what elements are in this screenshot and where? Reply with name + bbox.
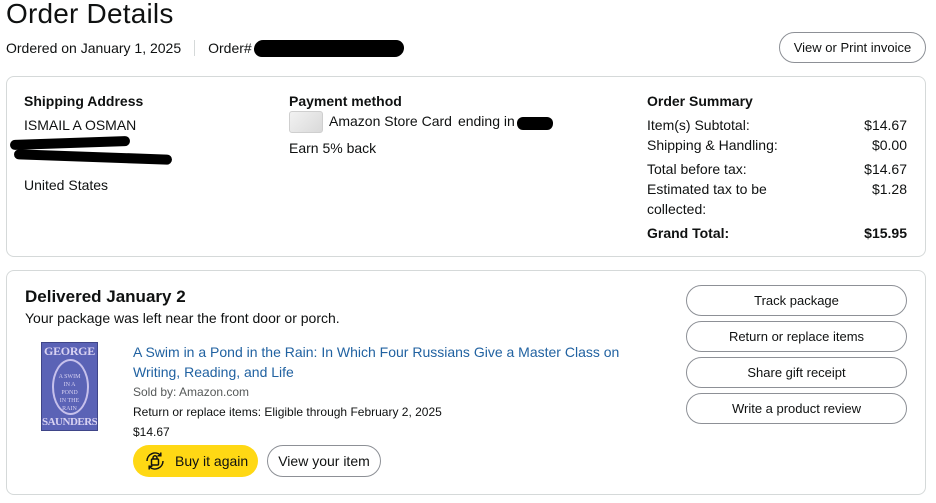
grand-total-label: Grand Total: bbox=[647, 225, 730, 241]
order-number-label: Order# bbox=[208, 39, 252, 56]
summary-label: Shipping & Handling: bbox=[647, 137, 778, 153]
sold-by: Sold by: Amazon.com bbox=[133, 385, 250, 399]
order-summary-title: Order Summary bbox=[647, 93, 753, 109]
summary-row: Estimated tax to be collected: $1.28 bbox=[647, 179, 907, 219]
credit-card-icon bbox=[289, 111, 323, 133]
grand-total-row: Grand Total: $15.95 bbox=[647, 223, 907, 243]
buy-it-again-button[interactable]: Buy it again bbox=[133, 445, 258, 477]
shipping-name: ISMAIL A OSMAN bbox=[24, 117, 137, 133]
page-title: Order Details bbox=[6, 0, 174, 29]
return-replace-button[interactable]: Return or replace items bbox=[686, 321, 907, 352]
summary-label: Total before tax: bbox=[647, 161, 747, 177]
summary-label: Item(s) Subtotal: bbox=[647, 117, 750, 133]
cover-author-first: GEORGE bbox=[44, 344, 95, 358]
summary-row: Total before tax: $14.67 bbox=[647, 159, 907, 179]
cover-author-last: SAUNDERS bbox=[42, 416, 98, 428]
cover-title: A SWIM IN A POND IN THE RAIN bbox=[58, 374, 81, 412]
card-ending: ending in bbox=[457, 113, 515, 129]
item-price: $14.67 bbox=[133, 425, 170, 439]
track-package-button[interactable]: Track package bbox=[686, 285, 907, 316]
summary-label: Estimated tax to be collected: bbox=[647, 181, 767, 217]
card-number-redaction bbox=[516, 116, 553, 130]
summary-value: $14.67 bbox=[864, 161, 907, 177]
shipping-country: United States bbox=[24, 177, 109, 193]
card-name: Amazon Store Card bbox=[329, 113, 452, 129]
view-print-invoice-button[interactable]: View or Print invoice bbox=[779, 32, 926, 63]
order-date: Ordered on January 1, 2025 bbox=[6, 39, 182, 56]
delivery-status: Delivered January 2 bbox=[25, 287, 186, 306]
summary-value: $14.67 bbox=[864, 117, 907, 133]
summary-value: $1.28 bbox=[871, 181, 907, 197]
item-title-link[interactable]: A Swim in a Pond in the Rain: In Which F… bbox=[133, 342, 633, 382]
summary-row: Item(s) Subtotal: $14.67 bbox=[647, 115, 907, 135]
meta-divider bbox=[194, 39, 196, 56]
order-meta: Ordered on January 1, 2025 Order# bbox=[6, 39, 405, 57]
summary-row: Shipping & Handling: $0.00 bbox=[647, 135, 907, 155]
grand-total-value: $15.95 bbox=[864, 225, 907, 241]
payment-reward: Earn 5% back bbox=[289, 140, 377, 156]
payment-card: Amazon Store Card ending in bbox=[329, 111, 553, 131]
share-gift-receipt-button[interactable]: Share gift receipt bbox=[686, 357, 907, 388]
buy-again-icon bbox=[143, 449, 167, 473]
delivery-note: Your package was left near the front doo… bbox=[25, 310, 340, 326]
buy-it-again-label: Buy it again bbox=[175, 453, 249, 469]
payment-method-title: Payment method bbox=[289, 93, 402, 109]
view-your-item-button[interactable]: View your item bbox=[267, 445, 381, 477]
shipping-address-title: Shipping Address bbox=[24, 93, 144, 109]
write-review-button[interactable]: Write a product review bbox=[686, 393, 907, 424]
summary-value: $0.00 bbox=[871, 137, 907, 153]
order-number-redaction bbox=[253, 40, 405, 57]
book-cover-image[interactable]: GEORGE A SWIM IN A POND IN THE RAIN SAUN… bbox=[41, 342, 98, 431]
return-eligibility: Return or replace items: Eligible throug… bbox=[133, 405, 442, 419]
